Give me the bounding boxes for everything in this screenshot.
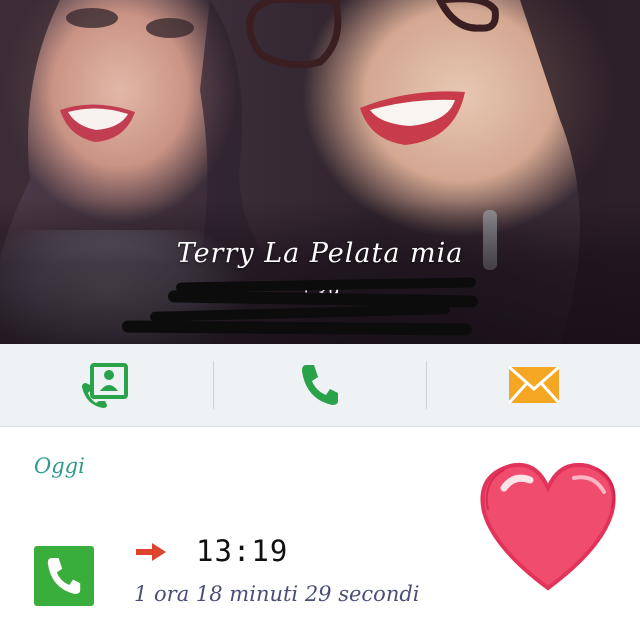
contact-photo: Terry La Pelata mia +39 (0, 0, 640, 344)
call-type-badge (34, 546, 94, 606)
phone-icon (47, 558, 81, 594)
outgoing-arrow-icon (136, 543, 166, 561)
call-time: 13:19 (196, 534, 289, 568)
envelope-icon (507, 365, 560, 405)
call-log-entry[interactable]: 13:19 1 ora 18 minuti 29 secondi (0, 520, 470, 620)
contact-card-icon (82, 363, 129, 408)
history-section-label: Oggi (34, 454, 85, 478)
phone-icon (302, 365, 338, 405)
action-bar (0, 344, 640, 427)
contact-name: Terry La Pelata mia (176, 238, 464, 269)
call-button[interactable] (214, 344, 427, 426)
contact-details-button[interactable] (0, 344, 213, 426)
heart-sticker (480, 463, 616, 591)
message-button[interactable] (427, 344, 640, 426)
call-duration: 1 ora 18 minuti 29 secondi (134, 582, 420, 606)
